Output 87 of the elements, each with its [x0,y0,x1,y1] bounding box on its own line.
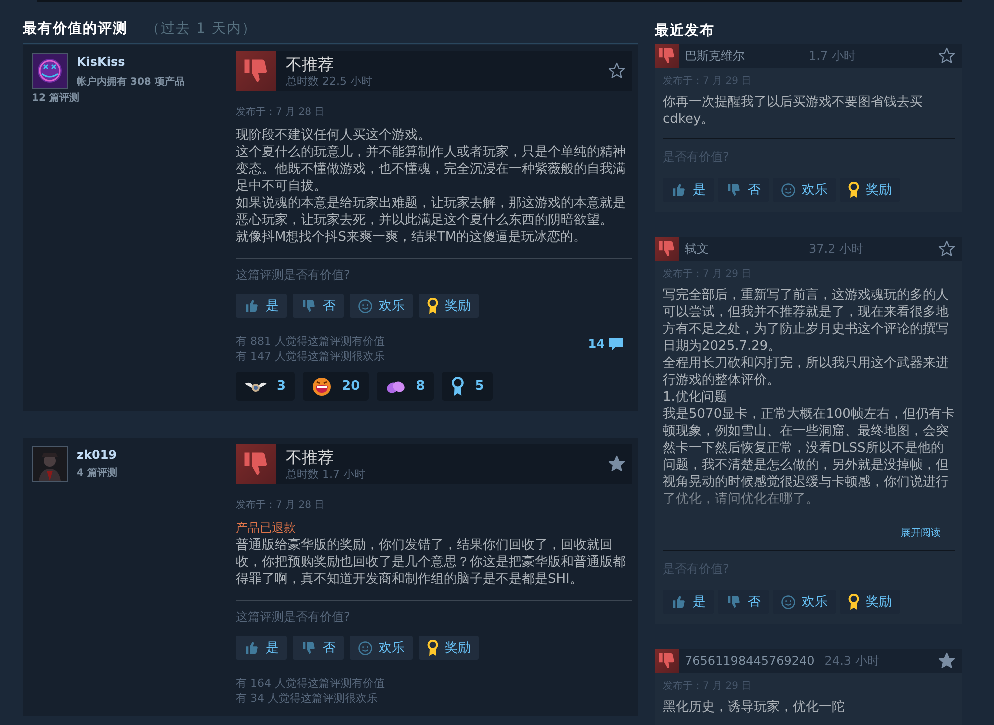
playtime: 总时数 1.7 小时 [286,467,366,482]
post-date: 发布于：7 月 28 日 [236,106,326,119]
vote-no-button[interactable]: 否 [718,178,769,202]
verdict-title: 不推荐 [286,448,335,467]
section-title: 最有价值的评测 [23,20,128,38]
award-icon [848,594,860,610]
helpful-prompt: 这篇评测是否有价值? [236,609,352,626]
product-count: 帐户内拥有 308 项产品 [77,75,185,89]
vote-yes-button[interactable]: 是 [236,636,287,660]
author-name[interactable]: 76561198445769240 [679,654,815,668]
comment-count[interactable]: 14 [588,337,605,351]
vote-award-button[interactable]: 奖励 [419,636,479,660]
vote-funny-button[interactable]: 欢乐 [773,590,836,614]
vote-award-button[interactable]: 奖励 [840,178,900,202]
reaction-count: 3 [277,379,286,394]
award-icon [427,298,439,314]
author-name[interactable]: 巴斯克维尔 [679,48,799,64]
vote-funny-button[interactable]: 欢乐 [350,636,413,660]
reaction-chip[interactable]: 3 [236,372,296,401]
review-text: 写完全部后，重新写了前言，这游戏魂玩的多的人可以尝试，但我并不推荐就是了，现在来看很多地方有不足之处，为了防止岁月史书这个评论的撰写日期为2025.7.29。 全程用长刀砍和闪打完，所以我只用这个武器来进行游戏的整体评价。 1.优化问题 我是5070显卡，正常大概在100帧左右，但仍有卡顿现象，例如雪山、在一些洞窟、最终地图，会突然卡一下然后恢复正常，没看DLSS所以不是他的问题，我不清楚是怎么做的，另外就是没掉帧，但视角晃动的时候感觉很迟缓与卡顿感，你们说进行了优化，请问优化在哪了。 [663,287,955,509]
review-paragraph: 如果说魂的本意是给玩家出难题，让玩家去解，那这游戏的本意就是恶心玩家，让玩家去死，并以此满足这个夏什么东西的阴暗欲望。 [236,195,627,229]
thumbs-up-icon [244,640,260,656]
review-count: 4 篇评测 [77,466,118,480]
read-more-link[interactable]: 展开阅读 [901,526,941,540]
filled-star-icon[interactable] [938,652,956,670]
section-subtitle: （过去 1 天内） [146,20,257,38]
smiley-icon [781,594,796,610]
smiley-icon [781,182,796,198]
helpful-count: 有 164 人觉得这篇评测有价值 [236,676,385,691]
funny-count: 有 147 人觉得这篇评测很欢乐 [236,349,385,364]
avatar [32,446,68,482]
author-name[interactable]: KisKiss [77,55,185,69]
thumbs-up-icon [671,182,687,198]
reaction-count: 5 [475,379,484,394]
helpful-prompt: 这篇评测是否有价值? [236,267,352,284]
funny-count: 有 34 人觉得这篇评测很欢乐 [236,691,379,706]
refund-note: 产品已退款 [236,520,297,537]
reaction-chip[interactable]: 5 [442,372,494,401]
thumbs-up-icon [671,594,687,610]
playtime: 37.2 小时 [809,240,865,258]
review-paragraph: 普通版给豪华版的奖励，你们发错了，结果你们回收了，回收就回收，你把预购奖励也回收了是几个意思？你这是把豪华版和普通版都得罪了啊，真不知道开发商和制作组的脑子是不是都是SHI。 [236,537,627,588]
star-icon[interactable] [938,240,956,258]
review-paragraph: 这个夏什么的玩意儿，并不能算制作人或者玩家，只是个单纯的精神变态。他既不懂做游戏，也不懂魂，完全沉浸在一种紫薇般的自我满足中不可自拔。 [236,144,627,195]
vote-award-button[interactable]: 奖励 [419,294,479,318]
thumbs-down-icon [726,594,742,610]
thumbs-down-icon [301,298,317,314]
review-text: 你再一次提醒我了以后买游戏不要图省钱去买cdkey。 [663,94,924,128]
post-date: 发布于：7 月 28 日 [236,499,326,512]
award-icon [848,182,860,198]
vote-funny-button[interactable]: 欢乐 [350,294,413,318]
ribbon-icon [451,376,466,396]
thumbs-down-icon [726,182,742,198]
reaction-chip[interactable]: 20 [303,372,370,401]
reaction-chip[interactable]: 8 [377,372,434,401]
filled-star-icon[interactable] [608,455,626,473]
section-title: 最近发布 [655,23,715,39]
playtime: 总时数 22.5 小时 [286,74,374,89]
smiley-icon [358,640,373,656]
playtime: 24.3 小时 [824,652,880,670]
reaction-count: 8 [416,379,426,394]
vote-yes-button[interactable]: 是 [663,590,714,614]
star-icon[interactable] [938,47,956,65]
reaction-count: 20 [342,379,360,394]
review-paragraph: 就像抖M想找个抖S来爽一爽，结果TM的这傻逼是玩冰恋的。 [236,229,588,246]
vote-yes-button[interactable]: 是 [663,178,714,202]
award-icon [427,640,439,656]
playtime: 1.7 小时 [809,48,857,64]
vote-no-button[interactable]: 否 [718,590,769,614]
review-count: 12 篇评测 [32,92,80,105]
review-paragraph: 现阶段不建议任何人买这个游戏。 [236,127,432,144]
vote-no-button[interactable]: 否 [293,636,344,660]
avatar [32,53,68,89]
vote-funny-button[interactable]: 欢乐 [773,178,836,202]
vote-award-button[interactable]: 奖励 [840,590,900,614]
author-name[interactable]: 轼文 [679,240,799,258]
smiley-icon [358,298,373,314]
verdict-title: 不推荐 [286,55,335,74]
star-icon[interactable] [608,62,626,80]
review-text: 黑化历史，诱导玩家，优化一陀 [663,699,846,716]
vote-yes-button[interactable]: 是 [236,294,287,318]
thumbs-down-icon [301,640,317,656]
laughing-face-icon [312,376,332,396]
speech-bubble-icon[interactable] [608,336,624,352]
author-name[interactable]: zk019 [77,448,118,462]
helpful-count: 有 881 人觉得这篇评测有价值 [236,334,385,349]
vote-no-button[interactable]: 否 [293,294,344,318]
thumbs-up-icon [244,298,260,314]
